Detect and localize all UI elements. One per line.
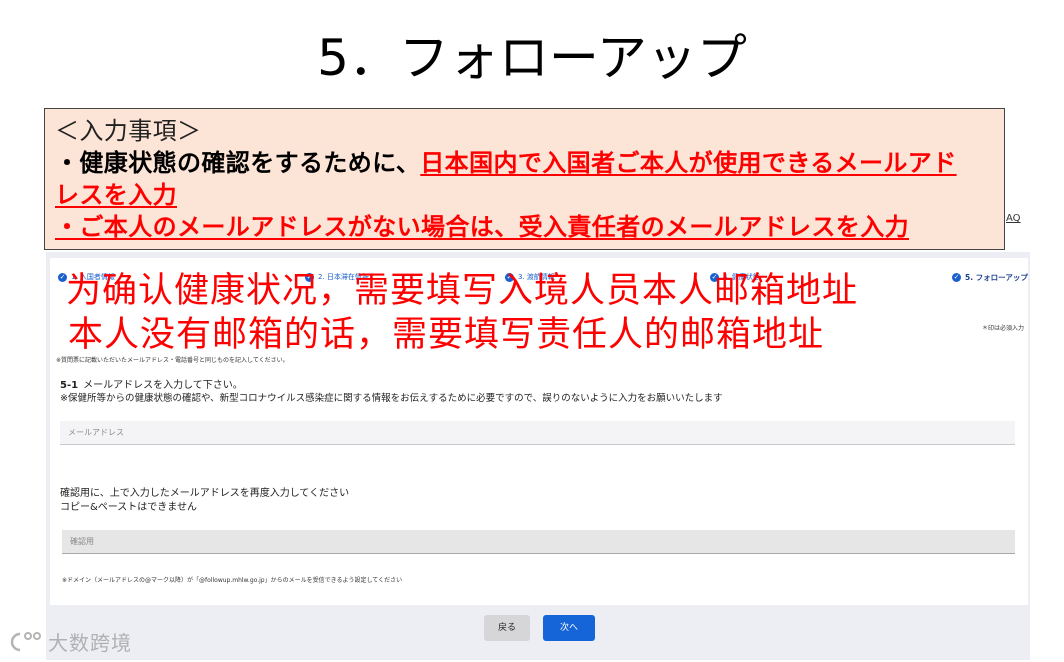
notice-item-1-continued: レスを入力 bbox=[55, 179, 1004, 211]
intro-line: ※質問票に記載いただいたメールアドレス・電話番号と同じものを記入してください。 bbox=[56, 357, 289, 364]
watermark-text: 大数跨境 bbox=[48, 631, 132, 655]
email-input[interactable] bbox=[60, 421, 1015, 445]
notice-item-1-highlight: 日本国内で入国者ご本人が使用できるメールアド bbox=[420, 149, 957, 177]
faq-link[interactable]: AQ bbox=[1006, 213, 1021, 224]
notice-heading: ＜入力事項＞ bbox=[55, 117, 202, 145]
notice-item-2-text: ・ご本人のメールアドレスがない場合は、受入責任者のメールアドレスを入力 bbox=[55, 213, 909, 241]
notice-item-2: ・ご本人のメールアドレスがない場合は、受入責任者のメールアドレスを入力 bbox=[55, 211, 1004, 243]
confirm-instruction: 確認用に、上で入力したメールアドレスを再度入力してください bbox=[60, 488, 350, 499]
input-notice-box: ＜入力事項＞ ・健康状態の確認をするために、日本国内で入国者ご本人が使用できるメ… bbox=[44, 108, 1005, 250]
next-button[interactable]: 次へ bbox=[543, 615, 595, 641]
slide-title: 5．フォローアップ bbox=[317, 29, 747, 87]
notice-item-1: ・健康状態の確認をするために、日本国内で入国者ご本人が使用できるメールアド bbox=[55, 147, 1004, 179]
required-note: ＊印は必須入力 bbox=[982, 325, 1025, 332]
question-note: ※保健所等からの健康状態の確認や、新型コロナウイルス感染症に関する情報をお伝えす… bbox=[60, 393, 723, 404]
back-button[interactable]: 戻る bbox=[484, 615, 530, 641]
watermark-logo: 大数跨境 bbox=[8, 627, 132, 656]
step-label: 5. フォローアップ bbox=[965, 273, 1028, 282]
annotation-zh-line-2: 本人没有邮箱的话，需要填写责任人的邮箱地址 bbox=[68, 315, 825, 355]
check-circle-icon: ✓ bbox=[952, 273, 961, 282]
step-5-current: ✓ 5. フォローアップ bbox=[952, 272, 1028, 283]
brand-logo-icon bbox=[10, 631, 41, 651]
annotation-zh-line-1: 为确认健康状况，需要填写入境人员本人邮箱地址 bbox=[66, 271, 859, 311]
notice-item-1-prefix: ・健康状態の確認をするために、 bbox=[55, 149, 421, 177]
no-paste-note: コピー&ペーストはできません bbox=[60, 502, 197, 513]
question-title: 5-1 メールアドレスを入力して下さい。 bbox=[60, 376, 243, 391]
domain-note: ※ドメイン（メールアドレスの@マーク以降）が「@followup.mhlw.go… bbox=[62, 577, 403, 584]
notice-item-1-highlight-end: レスを入力 bbox=[55, 181, 177, 209]
confirm-email-input[interactable] bbox=[62, 530, 1015, 554]
